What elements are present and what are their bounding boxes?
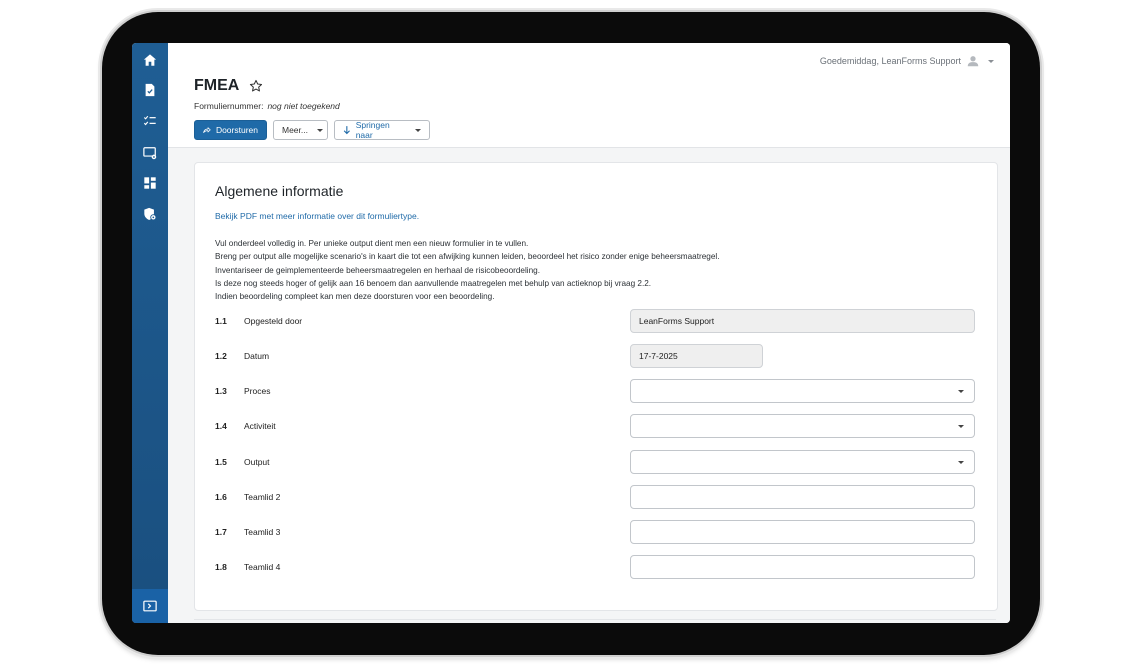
- field-label: Teamlid 2: [244, 492, 281, 502]
- field-row-1-2: 1.2 Datum 17-7-2025: [215, 344, 977, 376]
- instruction-line: Inventariseer de geimplementeerde beheer…: [215, 265, 540, 275]
- field-number: 1.3: [215, 386, 227, 396]
- field-number: 1.4: [215, 421, 227, 431]
- general-info-card: Algemene informatie Bekijk PDF met meer …: [194, 162, 998, 611]
- instruction-line: Is deze nog steeds hoger of gelijk aan 1…: [215, 278, 652, 288]
- field-label: Opgesteld door: [244, 316, 303, 326]
- field-row-1-7: 1.7 Teamlid 3: [215, 520, 977, 552]
- chevron-down-icon: [958, 461, 964, 464]
- field-label: Proces: [244, 386, 271, 396]
- field-number: 1.7: [215, 527, 227, 537]
- field-label: Activiteit: [244, 421, 276, 431]
- field-number: 1.8: [215, 562, 227, 572]
- team-member-4-input[interactable]: [630, 555, 975, 579]
- field-label: Teamlid 4: [244, 562, 281, 572]
- next-card-edge: [194, 619, 996, 620]
- field-row-1-3: 1.3 Proces: [215, 379, 977, 411]
- arrow-down-icon: [343, 126, 350, 135]
- shield-settings-icon[interactable]: [132, 202, 168, 226]
- jump-to-button-label: Springen naar: [355, 120, 390, 140]
- main-area: Goedemiddag, LeanForms Support FMEA Form…: [168, 43, 1010, 623]
- prepared-by-field: LeanForms Support: [630, 309, 975, 333]
- form-number-value: nog niet toegekend: [267, 101, 340, 111]
- instruction-line: Breng per output alle mogelijke scenario…: [215, 252, 720, 262]
- sidebar: [132, 43, 168, 623]
- screen-settings-icon[interactable]: [132, 141, 168, 165]
- jump-to-button[interactable]: Springen naar: [334, 120, 430, 140]
- screen: Goedemiddag, LeanForms Support FMEA Form…: [132, 43, 1010, 623]
- form-number: Formuliernummer: nog niet toegekend: [194, 101, 340, 111]
- checklist-icon[interactable]: [132, 109, 168, 133]
- activity-select[interactable]: [630, 414, 975, 438]
- user-menu[interactable]: Goedemiddag, LeanForms Support: [820, 55, 994, 67]
- toolbar: Doorsturen Meer... Springen naar: [194, 120, 430, 140]
- page-header: Goedemiddag, LeanForms Support FMEA Form…: [168, 43, 1010, 148]
- date-field: 17-7-2025: [630, 344, 763, 368]
- field-label: Teamlid 3: [244, 527, 281, 537]
- page-title: FMEA: [194, 77, 240, 94]
- process-select[interactable]: [630, 379, 975, 403]
- field-row-1-4: 1.4 Activiteit: [215, 414, 977, 446]
- instruction-line: Indien beoordeling compleet kan men deze…: [215, 292, 495, 302]
- field-label: Datum: [244, 351, 270, 361]
- more-button[interactable]: Meer...: [273, 120, 328, 140]
- section-title: Algemene informatie: [215, 183, 344, 199]
- team-member-3-input[interactable]: [630, 520, 975, 544]
- expand-sidebar-icon: [143, 600, 157, 612]
- field-row-1-6: 1.6 Teamlid 2: [215, 485, 977, 517]
- chevron-down-icon: [316, 128, 323, 132]
- document-icon[interactable]: [132, 78, 168, 102]
- field-number: 1.5: [215, 457, 227, 467]
- field-label: Output: [244, 457, 270, 467]
- team-member-2-input[interactable]: [630, 485, 975, 509]
- form-number-label: Formuliernummer:: [194, 101, 264, 111]
- expand-sidebar-button[interactable]: [132, 589, 168, 623]
- field-row-1-5: 1.5 Output: [215, 450, 977, 482]
- output-select[interactable]: [630, 450, 975, 474]
- favorite-star-icon[interactable]: [249, 79, 263, 93]
- field-number: 1.2: [215, 351, 227, 361]
- field-number: 1.1: [215, 316, 227, 326]
- greeting-text: Goedemiddag, LeanForms Support: [819, 56, 961, 66]
- chevron-down-icon: [958, 390, 964, 393]
- user-avatar-icon: [967, 56, 979, 67]
- forward-button-label: Doorsturen: [215, 125, 258, 135]
- chevron-down-icon: [988, 59, 994, 63]
- chevron-down-icon: [958, 425, 964, 428]
- field-number: 1.6: [215, 492, 227, 502]
- dashboard-icon[interactable]: [132, 171, 168, 195]
- forward-button[interactable]: Doorsturen: [194, 120, 267, 140]
- instructions: Vul onderdeel volledig in. Per unieke ou…: [215, 237, 720, 303]
- home-icon[interactable]: [132, 48, 168, 72]
- forward-icon: [203, 127, 211, 134]
- field-row-1-8: 1.8 Teamlid 4: [215, 555, 977, 587]
- field-row-1-1: 1.1 Opgesteld door LeanForms Support: [215, 309, 977, 341]
- instruction-line: Vul onderdeel volledig in. Per unieke ou…: [215, 239, 529, 248]
- more-button-label: Meer...: [282, 125, 308, 135]
- chevron-down-icon: [415, 128, 421, 132]
- pdf-info-link[interactable]: Bekijk PDF met meer informatie over dit …: [215, 211, 419, 221]
